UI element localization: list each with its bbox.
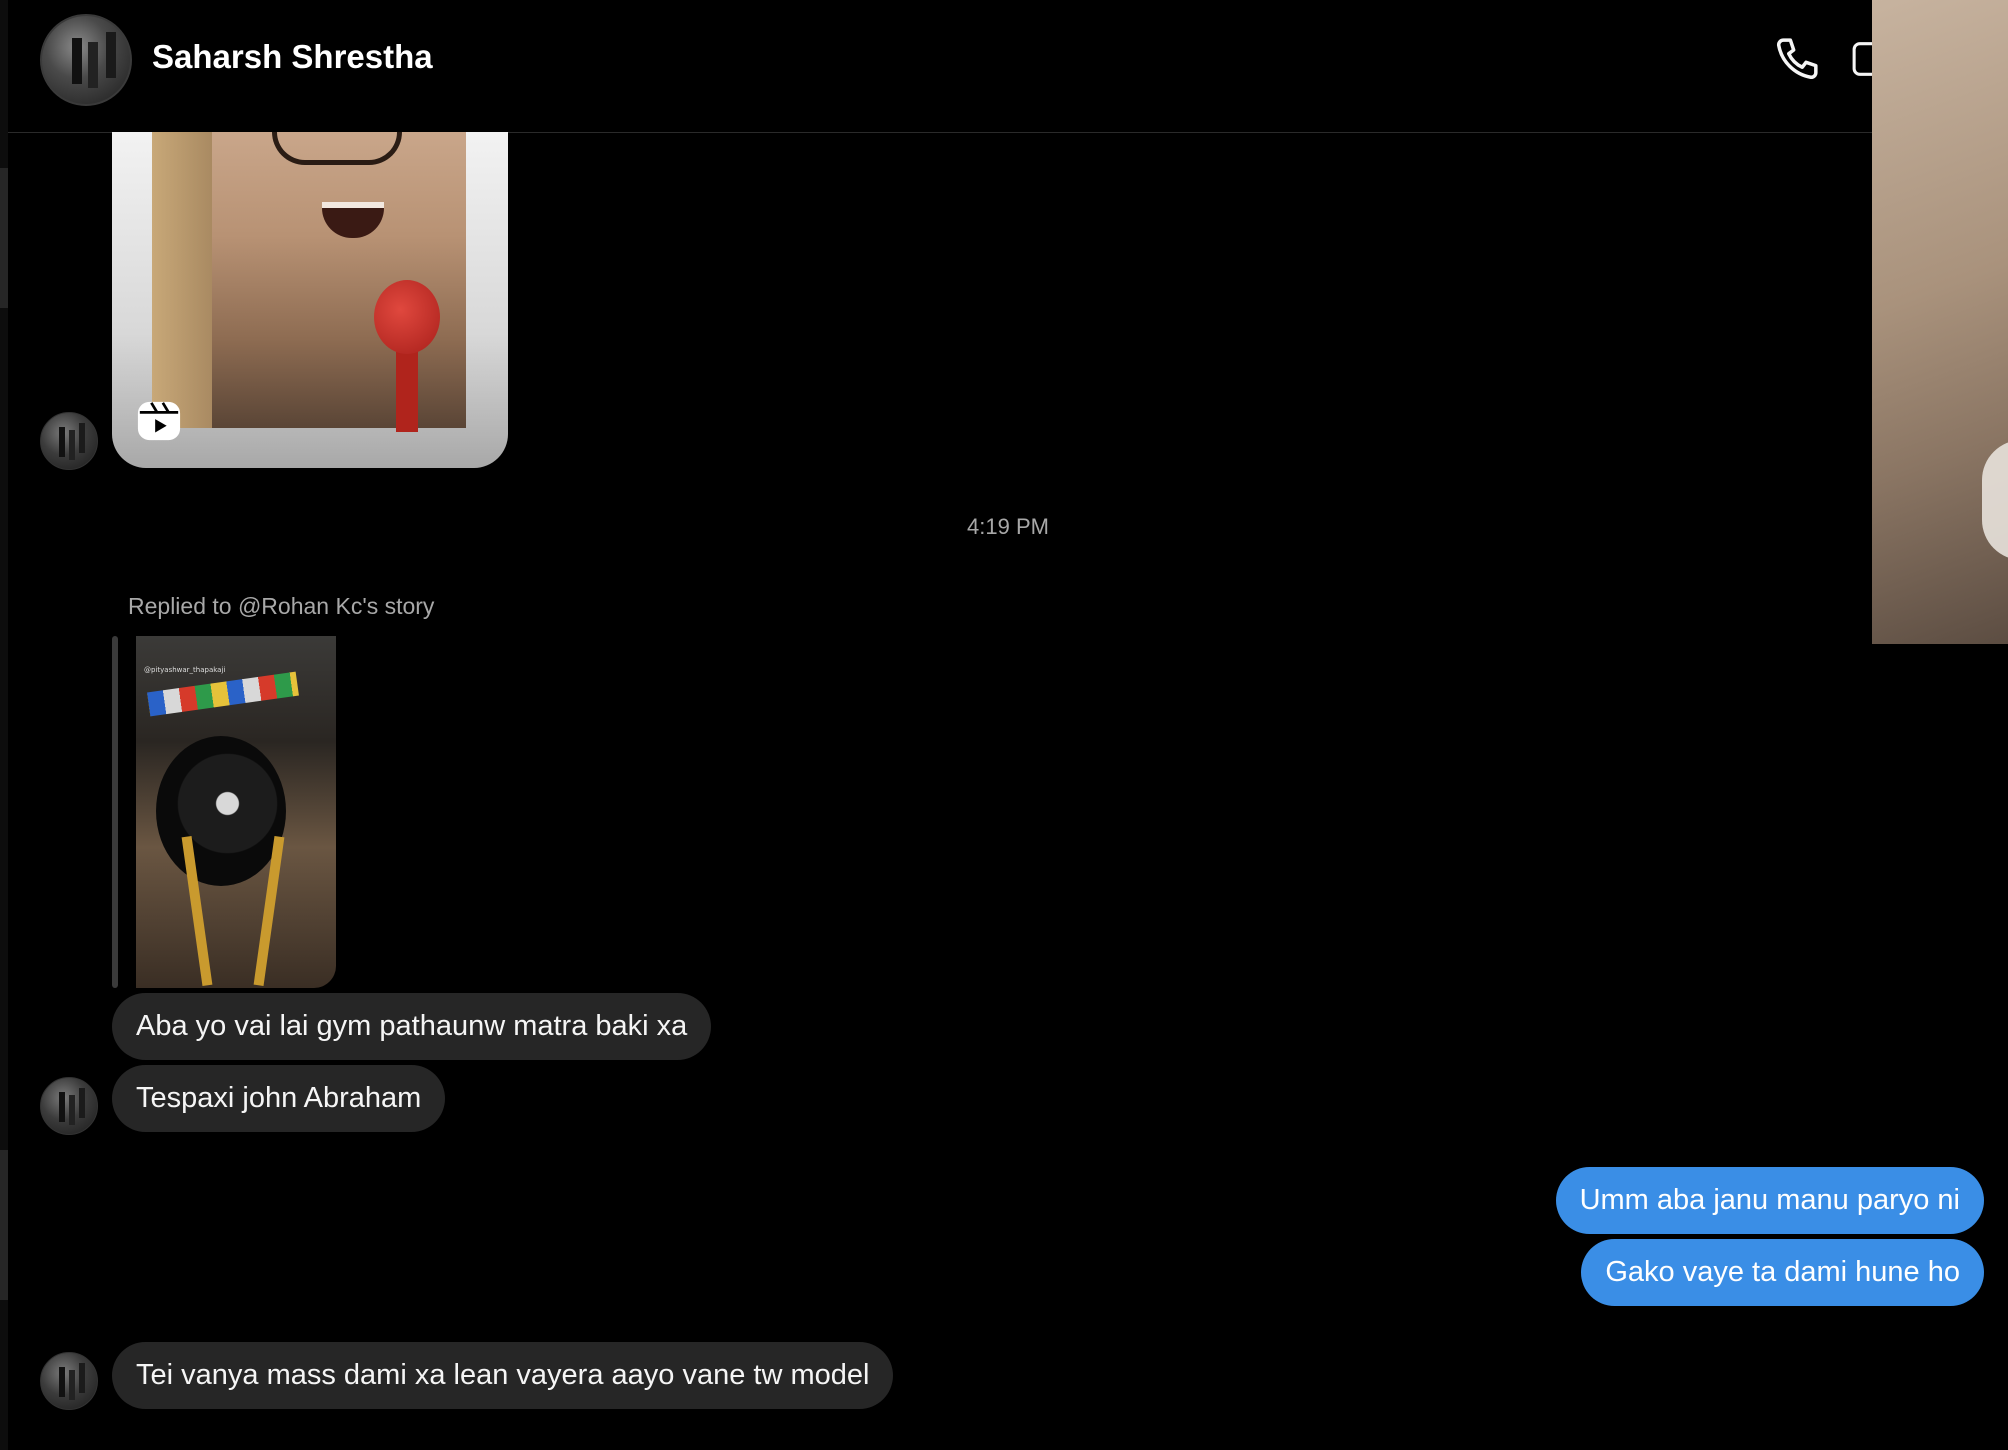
reel-image-detail [374,280,440,354]
incoming-message[interactable]: Aba yo vai lai gym pathaunw matra baki x… [112,993,712,1060]
sender-avatar[interactable] [40,412,98,470]
incoming-message[interactable]: Tei vanya mass dami xa lean vayera aayo … [112,1342,894,1409]
message-timestamp: 4:19 PM [967,514,1049,539]
edge-strip [0,1150,8,1300]
reply-indicator-bar [112,636,118,988]
story-reply-label: Replied to @Rohan Kc's story [128,593,435,619]
call-button[interactable] [1768,32,1824,88]
shared-reel-card[interactable] [112,132,508,468]
story-thumbnail-tag: @pityashwar_thapakaji [144,666,226,674]
contact-name[interactable]: Saharsh Shrestha [152,38,433,76]
chat-header: Saharsh Shrestha [8,0,1880,133]
sender-avatar[interactable] [40,1352,98,1410]
story-image-detail [147,671,299,717]
sender-avatar[interactable] [40,1077,98,1135]
reel-image-detail [396,342,418,432]
story-thumbnail[interactable]: @pityashwar_thapakaji [136,636,336,988]
contact-avatar[interactable] [40,14,132,106]
window-left-edge [0,0,8,1450]
video-preview-overlay[interactable] [1872,0,2008,644]
reels-icon [136,398,182,444]
reel-image-detail [272,132,402,165]
incoming-message[interactable]: Tespaxi john Abraham [112,1065,446,1132]
phone-icon [1776,38,1818,80]
reel-image-detail [322,202,384,238]
edge-strip [0,168,8,308]
outgoing-message[interactable]: Gako vaye ta dami hune ho [1581,1239,1984,1306]
reel-image-detail [152,132,212,428]
outgoing-message[interactable]: Umm aba janu manu paryo ni [1555,1167,1984,1234]
reel-thumbnail [152,132,466,432]
story-image-detail [156,736,286,886]
